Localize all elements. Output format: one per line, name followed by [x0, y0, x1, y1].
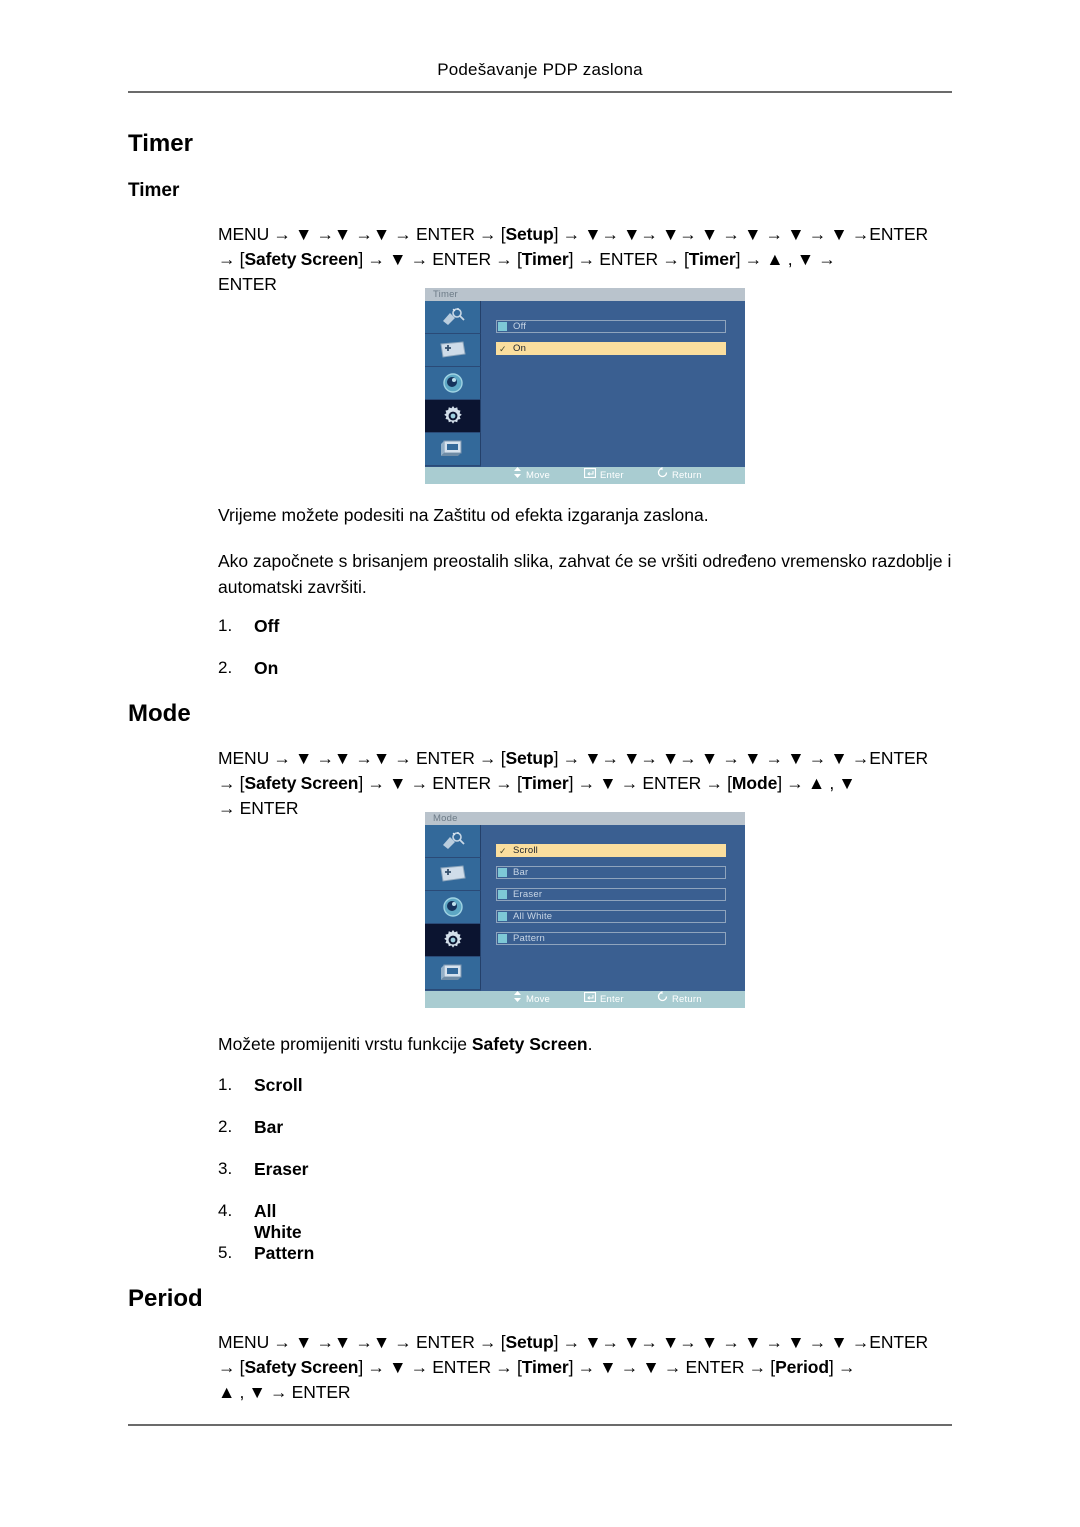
enter-key-icon: [583, 991, 597, 1008]
setup-gear-icon[interactable]: [425, 400, 481, 433]
osd-screenshot-mode: Mode ✓ Scroll Bar Eraser All White Patte…: [425, 812, 745, 1008]
nav-path-line: → [Safety Screen] → ▼ → ENTER → [Timer] …: [218, 773, 856, 793]
osd-option-row[interactable]: Off: [496, 320, 726, 333]
list-number: 5.: [218, 1243, 233, 1262]
nav-path-line: MENU → ▼ →▼ →▼ → ENTER → [Setup] → ▼→ ▼→…: [218, 748, 929, 768]
list-label: Eraser: [254, 1159, 309, 1179]
osd-option-row[interactable]: Pattern: [496, 932, 726, 945]
list-label: Off: [254, 616, 280, 636]
list-number: 2.: [218, 658, 233, 677]
picture-icon[interactable]: [425, 334, 481, 367]
osd-option-row-selected[interactable]: ✓ Scroll: [496, 844, 726, 857]
osd-screenshot-timer: Timer Off ✓ On Move Enter Return: [425, 288, 745, 484]
osd-sidebar: [425, 825, 481, 991]
updown-arrow-icon: [513, 467, 522, 484]
satellite-input-icon[interactable]: [425, 825, 481, 858]
running-header: Podešavanje PDP zaslona: [437, 60, 643, 79]
checkmark-icon: ✓: [499, 344, 507, 354]
option-chip-icon: [498, 868, 507, 877]
setup-gear-icon[interactable]: [425, 924, 481, 957]
list-number: 1.: [218, 616, 233, 635]
osd-option-row-selected[interactable]: ✓ On: [496, 342, 726, 355]
osd-option-label: Scroll: [513, 845, 538, 856]
osd-footer-bar: Move Enter Return: [425, 467, 745, 484]
osd-footer-enter: Enter: [583, 991, 624, 1008]
osd-footer-label: Move: [526, 470, 551, 481]
list-number: 4.: [218, 1201, 233, 1220]
multi-control-icon[interactable]: [425, 433, 481, 466]
nav-path-line: MENU → ▼ →▼ →▼ → ENTER → [Setup] → ▼→ ▼→…: [218, 1332, 929, 1352]
option-chip-icon: [498, 322, 507, 331]
osd-footer-label: Return: [672, 470, 702, 481]
osd-option-row[interactable]: Bar: [496, 866, 726, 879]
osd-option-row[interactable]: Eraser: [496, 888, 726, 901]
section-subheading-timer: Timer: [128, 180, 180, 201]
updown-arrow-icon: [513, 991, 522, 1008]
osd-option-row[interactable]: All White: [496, 910, 726, 923]
section-heading-mode: Mode: [128, 700, 191, 727]
nav-path-period: MENU → ▼ →▼ →▼ → ENTER → [Setup] → ▼→ ▼→…: [218, 1330, 958, 1405]
osd-footer-move: Move: [513, 467, 550, 484]
nav-path-line: → [Safety Screen] → ▼ → ENTER → [Timer] …: [218, 249, 836, 269]
nav-path-timer: MENU → ▼ →▼ →▼ → ENTER → [Setup] → ▼→ ▼→…: [218, 222, 958, 297]
list-label: Pattern: [254, 1243, 315, 1263]
option-chip-icon: [498, 912, 507, 921]
osd-sidebar: [425, 301, 481, 467]
nav-path-mode: MENU → ▼ →▼ →▼ → ENTER → [Setup] → ▼→ ▼→…: [218, 746, 958, 821]
osd-title: Mode: [425, 812, 745, 825]
section-heading-timer: Timer: [128, 130, 193, 157]
paragraph-timer-2: Ako započnete s brisanjem preostalih sli…: [218, 551, 952, 597]
list-label: Bar: [254, 1117, 284, 1137]
sound-icon[interactable]: [425, 367, 481, 400]
osd-footer-return: Return: [657, 467, 702, 484]
osd-footer-return: Return: [657, 991, 702, 1008]
nav-path-line: → [Safety Screen] → ▼ → ENTER → [Timer] …: [218, 1357, 856, 1377]
list-label: On: [254, 658, 279, 678]
list-number: 2.: [218, 1117, 233, 1136]
osd-title: Timer: [425, 288, 745, 301]
osd-footer-label: Return: [672, 994, 702, 1005]
option-chip-icon: [498, 934, 507, 943]
osd-footer-label: Enter: [600, 994, 624, 1005]
osd-option-label: Eraser: [513, 889, 543, 900]
satellite-input-icon[interactable]: [425, 301, 481, 334]
header-rule: [128, 91, 952, 93]
nav-path-line: MENU → ▼ →▼ →▼ → ENTER → [Setup] → ▼→ ▼→…: [218, 224, 929, 244]
osd-option-label: Bar: [513, 867, 529, 878]
list-label: Scroll: [254, 1075, 303, 1095]
paragraph-mode-1: Možete promijeniti vrstu funkcije Safety…: [218, 1034, 593, 1054]
osd-option-label: Pattern: [513, 933, 546, 944]
list-label: All White: [254, 1201, 302, 1242]
enter-key-icon: [583, 467, 597, 484]
return-arrow-icon: [657, 991, 668, 1008]
document-page: Podešavanje PDP zaslona Timer Timer MENU…: [0, 0, 1080, 1527]
osd-footer-label: Move: [526, 994, 551, 1005]
paragraph-timer-1: Vrijeme možete podesiti na Zaštitu od ef…: [218, 505, 709, 525]
footer-rule: [128, 1424, 952, 1426]
sound-icon[interactable]: [425, 891, 481, 924]
checkmark-icon: ✓: [499, 846, 507, 856]
list-number: 1.: [218, 1075, 233, 1094]
section-heading-period: Period: [128, 1285, 203, 1312]
picture-icon[interactable]: [425, 858, 481, 891]
osd-content-mode: ✓ Scroll Bar Eraser All White Pattern: [482, 825, 745, 991]
option-chip-icon: [498, 890, 507, 899]
osd-content-timer: Off ✓ On: [482, 301, 745, 467]
osd-option-label: Off: [513, 321, 527, 332]
return-arrow-icon: [657, 467, 668, 484]
nav-path-line: ▲ , ▼ → ENTER: [218, 1382, 351, 1402]
osd-option-label: All White: [513, 911, 553, 922]
bold-term-safety-screen: Safety Screen: [471, 1034, 588, 1054]
list-number: 3.: [218, 1159, 233, 1178]
multi-control-icon[interactable]: [425, 957, 481, 990]
osd-footer-label: Enter: [600, 470, 624, 481]
osd-option-label: On: [513, 343, 527, 354]
osd-footer-enter: Enter: [583, 467, 624, 484]
osd-footer-bar: Move Enter Return: [425, 991, 745, 1008]
osd-footer-move: Move: [513, 991, 550, 1008]
